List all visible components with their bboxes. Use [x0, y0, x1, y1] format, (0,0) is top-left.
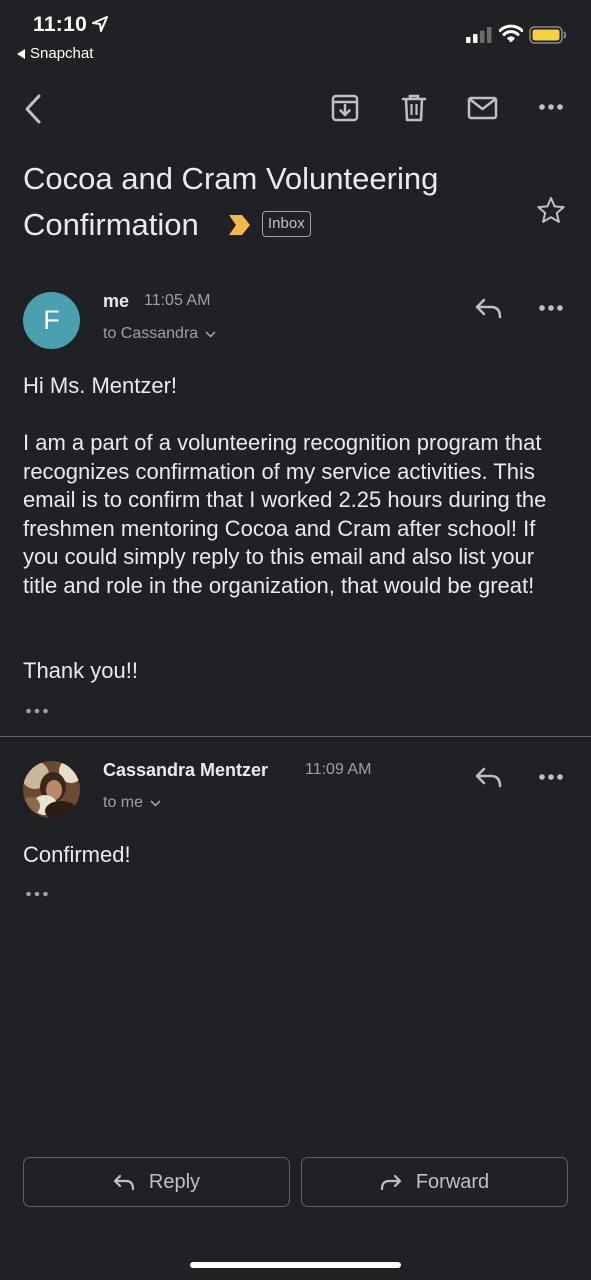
- cellular-signal-icon: [466, 27, 492, 43]
- forward-button-label: Forward: [415, 1170, 490, 1193]
- email-subject: Cocoa and Cram Volunteering Confirmation: [23, 161, 439, 242]
- show-trimmed-content-icon[interactable]: [25, 890, 49, 898]
- inbox-label-chip[interactable]: Inbox: [262, 211, 311, 237]
- message-time: 11:09 AM: [305, 761, 372, 778]
- archive-icon[interactable]: [330, 93, 360, 123]
- more-options-icon[interactable]: [538, 103, 564, 111]
- battery-icon: [529, 26, 567, 44]
- message-closing: Thank you!!: [23, 658, 138, 683]
- forward-icon: [380, 1174, 401, 1190]
- reply-icon[interactable]: [474, 297, 503, 320]
- location-arrow-icon: [92, 16, 108, 32]
- avatar[interactable]: [23, 761, 80, 818]
- message-greeting: Hi Ms. Mentzer!: [23, 373, 178, 398]
- recipient-details[interactable]: to Cassandra: [103, 325, 216, 343]
- show-trimmed-content-icon[interactable]: [25, 707, 49, 715]
- status-time: 11:10: [33, 13, 88, 36]
- forward-button[interactable]: Forward: [301, 1157, 568, 1207]
- sender-name: me: [103, 291, 130, 311]
- back-app-label: Snapchat: [30, 45, 94, 62]
- reply-icon: [113, 1174, 135, 1190]
- importance-marker-icon: [229, 215, 250, 235]
- back-to-app-link[interactable]: Snapchat: [17, 45, 93, 62]
- message-body: Confirmed!: [23, 842, 131, 867]
- recipient-details[interactable]: to me: [103, 794, 161, 812]
- message-more-icon[interactable]: [538, 773, 564, 781]
- reply-button[interactable]: Reply: [23, 1157, 290, 1207]
- star-icon[interactable]: [536, 196, 566, 224]
- sender-name: Cassandra Mentzer: [103, 760, 269, 780]
- chevron-down-icon: [150, 799, 161, 807]
- reply-icon[interactable]: [474, 766, 503, 789]
- message-divider: [0, 736, 591, 737]
- wifi-icon: [499, 24, 523, 43]
- back-triangle-icon: [17, 48, 25, 59]
- trash-icon[interactable]: [400, 93, 428, 123]
- home-indicator[interactable]: [190, 1262, 401, 1268]
- message-body: I am a part of a volunteering recognitio…: [23, 430, 547, 598]
- message-more-icon[interactable]: [538, 304, 564, 312]
- mark-unread-icon[interactable]: [467, 96, 498, 120]
- reply-button-label: Reply: [148, 1170, 201, 1193]
- recipient-label: to Cassandra: [103, 325, 199, 342]
- message-time: 11:05 AM: [144, 292, 211, 309]
- recipient-label: to me: [103, 794, 144, 811]
- avatar[interactable]: F: [23, 292, 80, 349]
- back-arrow-icon[interactable]: [20, 92, 46, 126]
- chevron-down-icon: [205, 330, 216, 338]
